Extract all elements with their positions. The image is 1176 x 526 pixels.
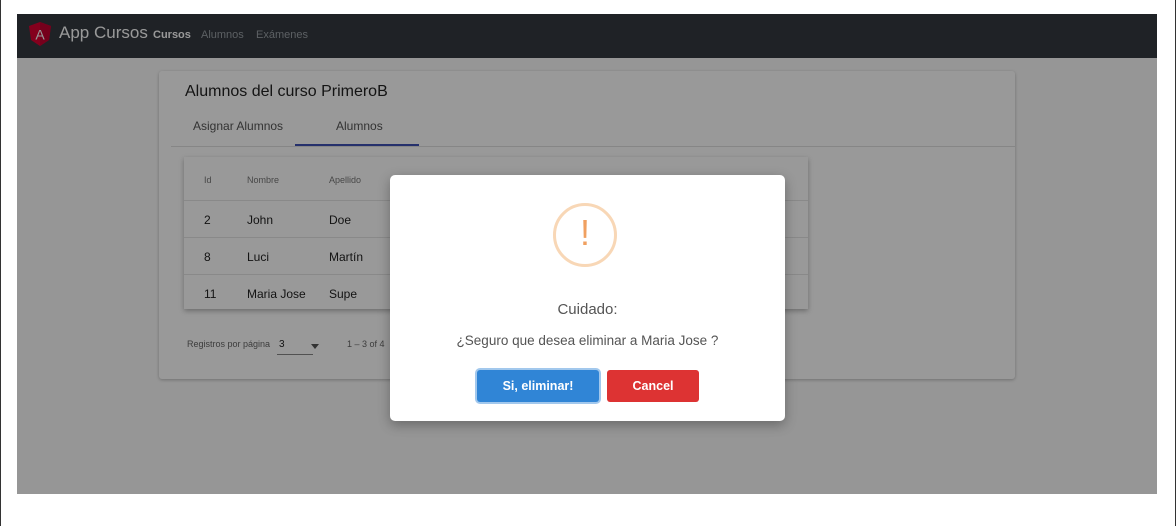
warning-icon: ! xyxy=(553,203,617,267)
frame-border-left xyxy=(0,0,1,526)
confirm-delete-dialog: ! Cuidado: ¿Seguro que desea eliminar a … xyxy=(390,175,785,421)
dialog-title: Cuidado: xyxy=(557,301,618,318)
confirm-delete-button[interactable]: Si, eliminar! xyxy=(477,370,599,402)
cancel-button[interactable]: Cancel xyxy=(607,370,699,402)
dialog-message: ¿Seguro que desea eliminar a Maria Jose … xyxy=(456,333,719,348)
app-viewport: A App Cursos Cursos Alumnos Exámenes Alu… xyxy=(17,14,1157,494)
exclamation-glyph: ! xyxy=(579,212,590,253)
